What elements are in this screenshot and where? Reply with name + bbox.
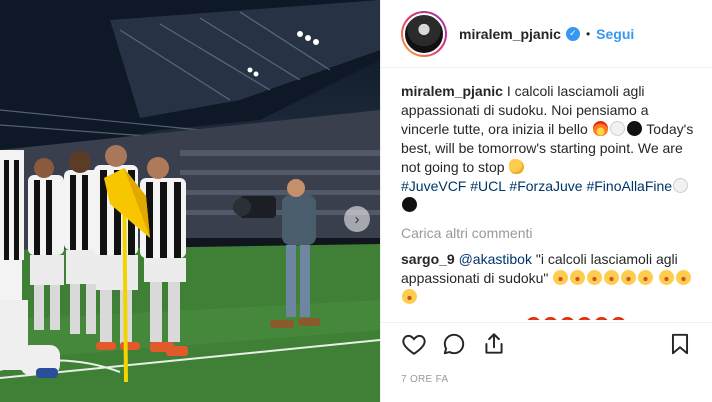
hashtag-link[interactable]: #JuveVCF (401, 178, 466, 194)
white-circle-emoji-icon (673, 178, 689, 193)
load-more-comments-button[interactable]: Carica altri commenti (401, 225, 697, 241)
fire-emoji-icon (592, 121, 608, 136)
comment-username[interactable]: sargo_9 (401, 251, 455, 267)
comment-item: salvatoredimatteo (401, 316, 697, 320)
verified-badge-icon: ✓ (565, 26, 580, 41)
laughing-emoji-icon (676, 270, 692, 285)
laughing-emoji-icon (604, 270, 620, 285)
comment-bubble-icon[interactable] (441, 331, 467, 357)
flexed-biceps-emoji-icon (509, 159, 525, 174)
header-username[interactable]: miralem_pjanic (459, 26, 561, 42)
hashtag-link[interactable]: #ForzaJuve (509, 178, 582, 194)
laughing-emoji-icon (587, 270, 603, 285)
comment-username[interactable]: salvatoredimatteo (401, 317, 521, 320)
white-circle-emoji-icon (609, 121, 625, 136)
black-circle-emoji-icon (626, 121, 642, 136)
fire-emoji-icon (576, 317, 592, 320)
caption-username[interactable]: miralem_pjanic (401, 83, 503, 99)
stadium-scene (0, 0, 380, 402)
follow-button[interactable]: Segui (596, 26, 634, 42)
fire-emoji-icon (525, 317, 541, 320)
separator-dot: • (585, 26, 591, 41)
laughing-emoji-icon (638, 270, 654, 285)
post-side-panel: miralem_pjanic ✓ • Segui miralem_pjanic … (380, 0, 712, 402)
fire-emoji-icon (559, 317, 575, 320)
post-header: miralem_pjanic ✓ • Segui (381, 0, 712, 68)
black-circle-emoji-icon (402, 197, 417, 212)
laughing-emoji-icon (553, 270, 569, 285)
bookmark-icon[interactable] (667, 331, 693, 357)
hashtag-link[interactable]: #UCL (470, 178, 505, 194)
chevron-right-icon: › (354, 210, 360, 228)
laughing-emoji-icon (659, 270, 675, 285)
carousel-next-button[interactable]: › (344, 206, 370, 232)
comment-item: sargo_9 @akastibok "i calcoli lasciamoli… (401, 250, 697, 307)
fire-emoji-icon (542, 317, 558, 320)
laughing-emoji-icon (570, 270, 586, 285)
heart-icon[interactable] (401, 331, 427, 357)
share-icon[interactable] (481, 331, 507, 357)
fire-emoji-icon (593, 317, 609, 320)
fire-emoji-icon (610, 317, 626, 320)
avatar[interactable] (401, 10, 447, 57)
comments-section: miralem_pjanic I calcoli lasciamoli agli… (401, 82, 697, 320)
laughing-emoji-icon (402, 289, 417, 304)
laughing-emoji-icon (621, 270, 637, 285)
comment-mention[interactable]: @akastibok (459, 251, 532, 267)
post-photo: › (0, 0, 380, 402)
post-caption: miralem_pjanic I calcoli lasciamoli agli… (401, 82, 697, 215)
post-timestamp: 7 ORE FA (401, 374, 449, 385)
hashtag-link[interactable]: #FinoAllaFine (586, 178, 672, 194)
post-actions-bar (381, 322, 712, 364)
